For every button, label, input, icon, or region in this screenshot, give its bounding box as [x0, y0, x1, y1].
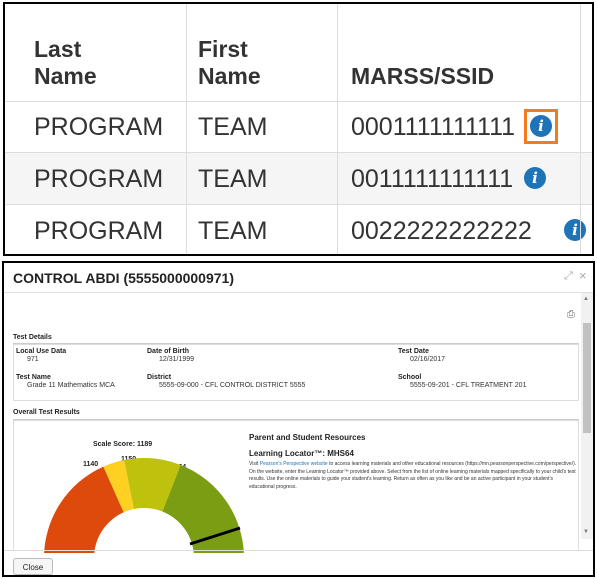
dob-value: 12/31/1999 [159, 356, 195, 363]
test-name-label: Test Name [16, 374, 51, 381]
district-value: 5555-09-000 - CFL CONTROL DISTRICT 5555 [159, 382, 306, 389]
scale-score-label: Scale Score: 1189 [93, 441, 153, 448]
local-use-label: Local Use Data [16, 348, 67, 355]
header-first-name[interactable]: First Name [198, 36, 261, 90]
cell-last-name: PROGRAM [34, 217, 164, 245]
expand-icon[interactable]: ⤢ [564, 270, 573, 283]
cell-marss-ssid: 0022222222222 [351, 217, 532, 245]
header-last-name-line2: Name [34, 63, 97, 89]
header-last-name[interactable]: Last Name [34, 36, 97, 90]
table-row[interactable]: PROGRAM TEAM 0011111111111 i [5, 153, 592, 205]
table-header-row: Last Name First Name MARSS/SSID [5, 4, 592, 102]
cell-marss-ssid: 0001111111111 [351, 113, 516, 141]
overall-results-heading: Overall Test Results [13, 409, 80, 416]
print-icon[interactable]: ⎙ [567, 309, 575, 320]
resources-heading: Parent and Student Resources [249, 433, 366, 442]
modal-header-divider [4, 292, 593, 293]
school-value: 5555-09-201 - CFL TREATMENT 201 [410, 382, 527, 389]
pearson-perspective-link[interactable]: Pearson's Perspective website [260, 461, 328, 467]
test-details-box: Local Use Data 971 Date of Birth 12/31/1… [13, 344, 579, 401]
modal-footer-divider [4, 550, 593, 551]
table-row[interactable]: PROGRAM TEAM 0022222222222 i [5, 205, 592, 254]
column-divider [186, 4, 187, 254]
resources-description: Visit Pearson's Perspective website to a… [249, 461, 579, 491]
test-name-value: Grade 11 Mathematics MCA [27, 382, 115, 389]
test-date-value: 02/16/2017 [410, 356, 446, 363]
header-first-name-line1: First [198, 36, 248, 62]
info-icon[interactable]: i [564, 219, 586, 241]
header-first-name-line2: Name [198, 63, 261, 89]
scroll-down-arrow-icon[interactable]: ▼ [583, 529, 589, 535]
cell-first-name: TEAM [198, 165, 268, 193]
scrollbar-thumb[interactable] [583, 323, 591, 433]
dob-label: Date of Birth [147, 348, 189, 355]
school-label: School [398, 374, 422, 381]
scroll-up-arrow-icon[interactable]: ▲ [583, 296, 589, 302]
cell-first-name: TEAM [198, 113, 268, 141]
column-divider [580, 4, 581, 254]
info-icon[interactable]: i [524, 167, 546, 189]
resources-text-prefix: Visit [249, 461, 260, 467]
scale-score-gauge [44, 458, 244, 553]
local-use-value: 971 [27, 356, 39, 363]
modal-scrollbar[interactable]: ▲ ▼ [581, 293, 593, 539]
close-icon[interactable]: × [579, 268, 587, 283]
info-icon[interactable]: i [530, 115, 552, 137]
header-marss-ssid[interactable]: MARSS/SSID [351, 63, 494, 90]
cell-last-name: PROGRAM [34, 113, 164, 141]
column-divider [337, 4, 338, 254]
district-label: District [147, 374, 172, 381]
cell-last-name: PROGRAM [34, 165, 164, 193]
close-button[interactable]: Close [13, 558, 53, 575]
student-results-table: Last Name First Name MARSS/SSID PROGRAM … [3, 2, 594, 256]
modal-title: CONTROL ABDI (5555000000971) [13, 270, 234, 286]
table-row[interactable]: PROGRAM TEAM 0001111111111 i [5, 101, 592, 153]
test-details-heading: Test Details [13, 334, 52, 341]
cell-first-name: TEAM [198, 217, 268, 245]
learning-locator-heading: Learning Locator™: MHS64 [249, 449, 354, 458]
cell-marss-ssid: 0011111111111 [351, 165, 514, 193]
student-detail-modal: CONTROL ABDI (5555000000971) ⤢ × ⎙ Test … [2, 261, 595, 577]
test-date-label: Test Date [398, 348, 429, 355]
header-last-name-line1: Last [34, 36, 82, 62]
